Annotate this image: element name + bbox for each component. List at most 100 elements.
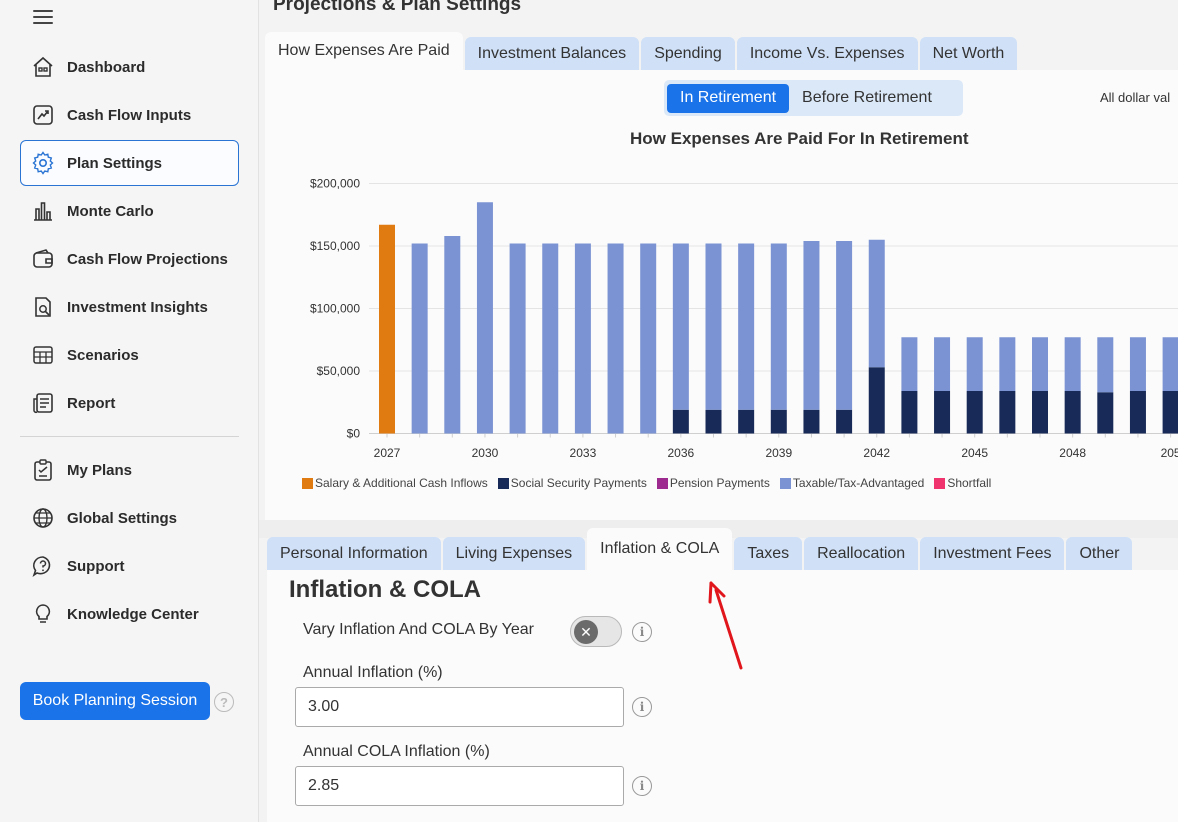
bar-segment (1097, 337, 1114, 393)
bar-segment (738, 409, 755, 434)
y-tick-label: $200,000 (310, 177, 360, 191)
bar-segment (770, 243, 787, 410)
bar-segment (672, 243, 689, 410)
bar-segment (574, 243, 591, 434)
wallet-icon (33, 249, 53, 268)
legend-swatch (779, 477, 791, 489)
chart-tabs: How Expenses Are Paid Investment Balance… (265, 32, 1019, 70)
help-icon[interactable]: ? (214, 692, 234, 712)
bar-segment (999, 391, 1016, 434)
sidebar-item-investment-insights[interactable]: Investment Insights (20, 284, 239, 330)
bar-segment (1032, 391, 1048, 434)
sidebar-item-label: My Plans (67, 461, 133, 479)
chart-trend-icon (33, 105, 53, 125)
sidebar-item-label: Knowledge Center (67, 605, 199, 623)
sidebar-item-plan-settings[interactable]: Plan Settings (20, 140, 239, 186)
sidebar-item-dashboard[interactable]: Dashboard (20, 44, 239, 90)
bar-segment (476, 202, 493, 434)
vary-inflation-toggle[interactable]: ✕ (570, 616, 622, 647)
settings-tabs: Personal Information Living Expenses Inf… (267, 528, 1134, 570)
bar-segment (640, 243, 657, 434)
sidebar-item-cash-flow-inputs[interactable]: Cash Flow Inputs (20, 92, 239, 138)
expenses-chart: $0 $50,000 $100,000 $150,000 $200,000 2027 203… (310, 177, 1178, 460)
gear-icon (32, 151, 54, 175)
bar-segment (901, 337, 918, 391)
tab-spending[interactable]: Spending (641, 37, 735, 70)
sidebar-divider (20, 436, 239, 437)
legend-swatch (302, 477, 313, 489)
sidebar-item-label: Report (67, 394, 116, 412)
bar-segment (966, 337, 983, 391)
legend-label: Social Security Payments (510, 476, 647, 490)
tab-other[interactable]: Other (1066, 537, 1133, 570)
bar-segment (868, 367, 885, 434)
tab-investment-fees[interactable]: Investment Fees (920, 537, 1065, 570)
sidebar-item-knowledge-center[interactable]: Knowledge Center (20, 591, 239, 637)
sidebar-item-label: Support (67, 557, 125, 575)
tab-net-worth[interactable]: Net Worth (919, 37, 1018, 70)
sidebar-item-my-plans[interactable]: My Plans (20, 447, 239, 493)
clipboard-icon (34, 459, 52, 481)
hamburger-menu-icon[interactable] (33, 10, 53, 24)
sidebar: Dashboard Cash Flow Inputs Plan Settings… (0, 0, 259, 822)
tab-how-expenses-are-paid[interactable]: How Expenses Are Paid (265, 32, 463, 70)
legend-label: Shortfall (947, 476, 992, 490)
page-title: Projections & Plan Settings (273, 0, 522, 15)
close-icon: ✕ (574, 620, 598, 644)
bar-segment (901, 391, 918, 434)
tab-living-expenses[interactable]: Living Expenses (442, 537, 586, 570)
tab-reallocation[interactable]: Reallocation (804, 537, 919, 570)
x-tick-label: 2033 (570, 446, 597, 460)
tab-personal-information[interactable]: Personal Information (267, 537, 441, 570)
in-retirement-button[interactable]: In Retirement (667, 83, 790, 113)
legend-label: Taxable/Tax-Advantaged (792, 476, 925, 490)
x-tick-label: 2030 (472, 446, 499, 460)
sidebar-item-label: Investment Insights (67, 298, 208, 316)
legend-swatch (934, 477, 946, 489)
cola-inflation-input[interactable] (295, 766, 624, 806)
sidebar-item-label: Plan Settings (67, 154, 163, 172)
sidebar-item-label: Global Settings (67, 509, 178, 527)
bar-segment (1162, 337, 1178, 391)
info-icon[interactable]: i (632, 776, 652, 796)
legend-item[interactable]: Social Security Payments (497, 476, 647, 490)
report-icon (33, 393, 53, 414)
x-tick-label: 2042 (863, 446, 890, 460)
sidebar-item-label: Monte Carlo (67, 202, 154, 220)
info-icon[interactable]: i (632, 622, 652, 642)
before-retirement-button[interactable]: Before Retirement (789, 84, 945, 113)
tab-taxes[interactable]: Taxes (734, 537, 803, 570)
bar-segment (705, 409, 722, 434)
bar-segment (444, 236, 461, 434)
book-planning-session-button[interactable]: Book Planning Session (20, 682, 210, 720)
sidebar-item-global-settings[interactable]: Global Settings (20, 495, 239, 541)
bar-segment (509, 243, 526, 434)
legend-item[interactable]: Salary & Additional Cash Inflows (302, 476, 488, 490)
sidebar-item-report[interactable]: Report (20, 380, 239, 426)
y-tick-label: $150,000 (310, 239, 360, 253)
annual-inflation-input[interactable] (295, 687, 624, 727)
y-tick-label: $50,000 (317, 364, 361, 378)
bar-segment (705, 243, 722, 410)
home-icon (33, 56, 53, 77)
info-icon[interactable]: i (632, 697, 652, 717)
sidebar-item-label: Cash Flow Projections (67, 250, 228, 268)
legend-item[interactable]: Pension Payments (656, 476, 770, 490)
legend-item[interactable]: Shortfall (934, 476, 991, 490)
bar-segment (1097, 392, 1114, 434)
y-tick-label: $100,000 (310, 302, 360, 316)
bar-segment (803, 241, 820, 410)
retirement-toggle: In Retirement Before Retirement (664, 80, 963, 116)
sidebar-item-scenarios[interactable]: Scenarios (20, 332, 239, 378)
dollar-values-note: All dollar val (1100, 90, 1171, 105)
x-tick-label: 2036 (667, 446, 694, 460)
legend-item[interactable]: Taxable/Tax-Advantaged (779, 476, 925, 490)
sidebar-item-cash-flow-projections[interactable]: Cash Flow Projections (20, 236, 239, 282)
tab-investment-balances[interactable]: Investment Balances (464, 37, 640, 70)
tab-inflation-cola[interactable]: Inflation & COLA (587, 528, 733, 570)
bar-segment (1129, 337, 1146, 391)
sidebar-item-monte-carlo[interactable]: Monte Carlo (20, 188, 239, 234)
sidebar-item-support[interactable]: Support (20, 543, 239, 589)
bar-segment (542, 243, 559, 434)
tab-income-vs-expenses[interactable]: Income Vs. Expenses (736, 37, 918, 70)
